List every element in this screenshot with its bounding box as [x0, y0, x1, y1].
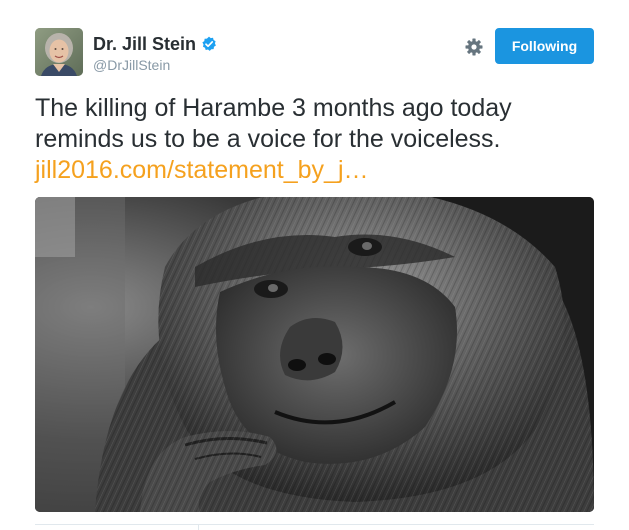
avatar-photo-icon [35, 28, 83, 76]
tweet-card: Dr. Jill Stein @DrJillStein Following Th… [0, 0, 629, 530]
gorilla-photo-icon [35, 197, 594, 512]
tweet-text-line: reminds us to be a voice for the voicele… [35, 125, 501, 153]
following-button[interactable]: Following [495, 28, 594, 64]
divider [198, 524, 199, 530]
author-name-row: Dr. Jill Stein [93, 33, 217, 55]
tweet-text-line: The killing of Harambe 3 months ago toda… [35, 94, 512, 122]
author-handle[interactable]: @DrJillStein [93, 57, 170, 73]
avatar[interactable] [35, 28, 83, 76]
tweet-media-image[interactable] [35, 197, 594, 512]
author-display-name[interactable]: Dr. Jill Stein [93, 33, 196, 55]
divider [35, 524, 594, 525]
gear-icon[interactable] [463, 36, 485, 58]
tweet-text: The killing of Harambe 3 months ago toda… [35, 93, 595, 186]
tweet-link[interactable]: jill2016.com/statement_by_j… [35, 155, 595, 186]
verified-badge-icon [201, 36, 217, 52]
